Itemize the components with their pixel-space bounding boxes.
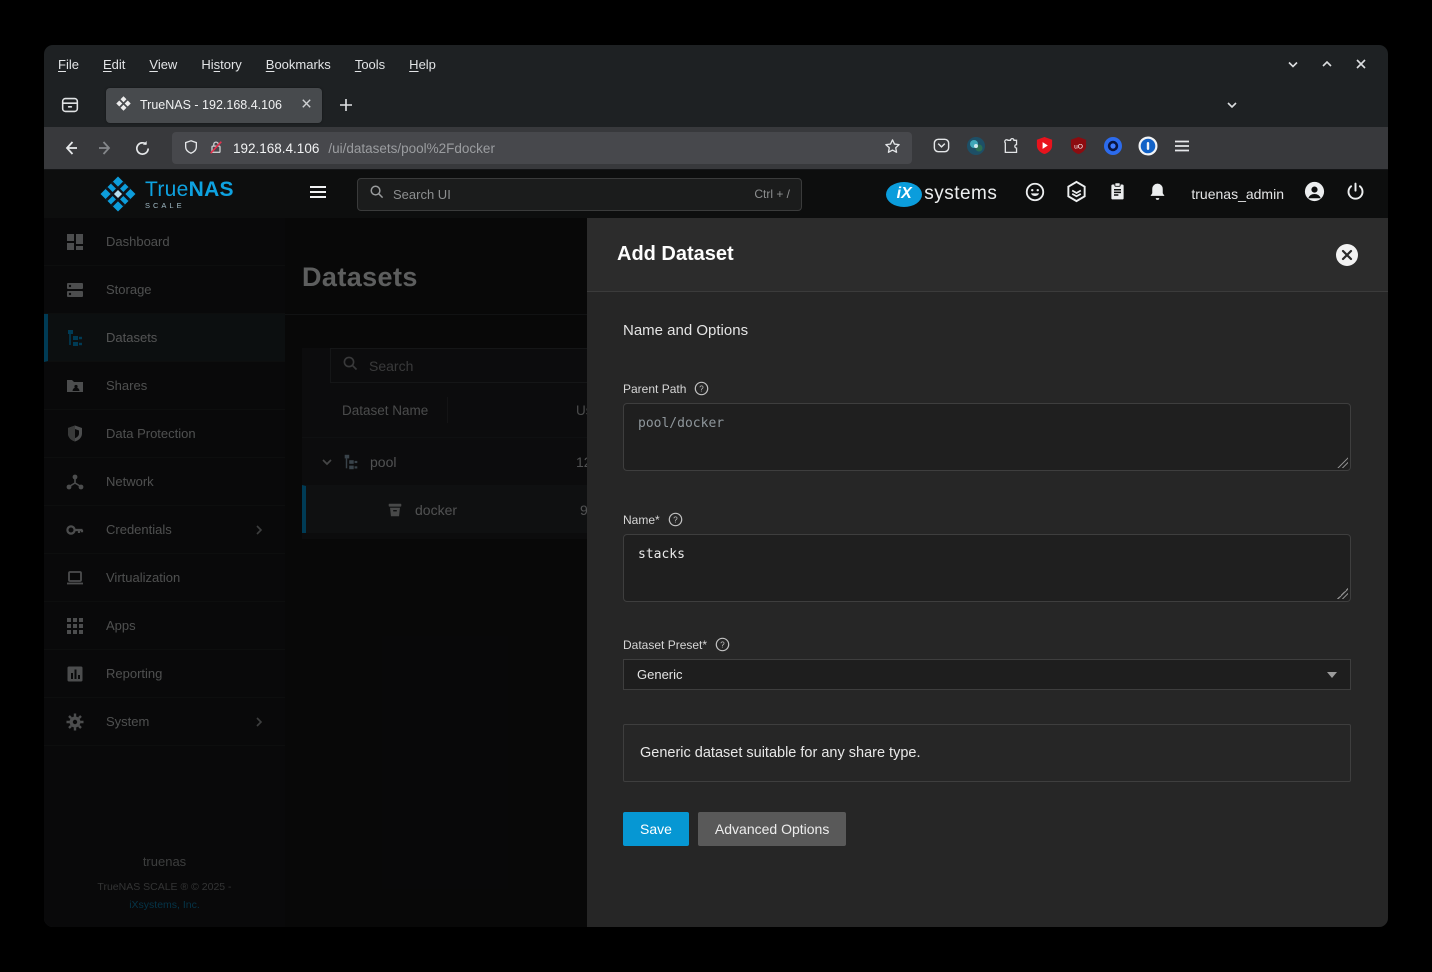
truenas-logo-mark xyxy=(98,175,138,213)
hamburger-icon[interactable] xyxy=(307,181,329,208)
save-button[interactable]: Save xyxy=(623,812,689,846)
help-circle-icon[interactable]: ? xyxy=(715,637,730,652)
blue-circle-extension-icon[interactable] xyxy=(1103,136,1123,161)
brand-name: TrueNAS xyxy=(145,179,234,200)
resize-grip[interactable] xyxy=(1337,457,1348,468)
close-icon[interactable] xyxy=(1336,244,1358,266)
app-menu-icon[interactable] xyxy=(1173,137,1191,160)
url-path: /ui/datasets/pool%2Fdocker xyxy=(328,141,875,156)
svg-text:?: ? xyxy=(673,515,678,524)
dataset-preset-select[interactable]: Generic xyxy=(623,659,1351,690)
video-shield-extension-icon[interactable] xyxy=(1035,136,1054,160)
username: truenas_admin xyxy=(1191,186,1284,202)
truecommand-icon[interactable] xyxy=(1065,180,1088,208)
preset-value: Generic xyxy=(637,667,683,682)
reload-icon[interactable] xyxy=(126,132,158,164)
forward-icon[interactable] xyxy=(90,132,122,164)
ui-search[interactable]: Ctrl + / xyxy=(357,178,802,211)
feedback-smiley-icon[interactable] xyxy=(1024,181,1046,208)
bookmark-star-icon[interactable] xyxy=(884,138,901,158)
puzzle-extensions-icon[interactable] xyxy=(1001,136,1020,160)
browser-tab-truenas[interactable]: TrueNAS - 192.168.4.106 xyxy=(106,88,322,123)
menu-edit[interactable]: Edit xyxy=(103,57,125,72)
menu-help[interactable]: Help xyxy=(409,57,436,72)
app-header: TrueNAS SCALE Ctrl + / iX systems xyxy=(44,170,1388,218)
add-dataset-panel: Add Dataset Name and Options Parent Path… xyxy=(587,218,1388,927)
help-circle-icon[interactable]: ? xyxy=(668,512,683,527)
search-shortcut: Ctrl + / xyxy=(754,187,790,201)
panel-header: Add Dataset xyxy=(587,218,1388,292)
dropdown-arrow-icon xyxy=(1327,672,1337,678)
parent-path-input[interactable]: pool/docker xyxy=(623,403,1351,471)
minimize-icon[interactable] xyxy=(1286,57,1300,71)
user-avatar-icon[interactable] xyxy=(1303,180,1326,208)
truenas-logo[interactable]: TrueNAS SCALE xyxy=(44,175,285,213)
list-tabs-chevron-icon[interactable] xyxy=(1216,89,1248,121)
brand-sub: SCALE xyxy=(145,202,234,210)
menu-history[interactable]: History xyxy=(201,57,241,72)
advanced-options-button[interactable]: Advanced Options xyxy=(698,812,846,846)
browser-navbar: 192.168.4.106/ui/datasets/pool%2Fdocker … xyxy=(44,127,1388,170)
menu-view[interactable]: View xyxy=(149,57,177,72)
svg-text:?: ? xyxy=(720,640,725,649)
name-label: Name* ? xyxy=(623,512,1351,527)
preset-info-box: Generic dataset suitable for any share t… xyxy=(623,724,1351,782)
name-input[interactable]: stacks xyxy=(623,534,1351,602)
ixsystems-logo[interactable]: iX systems xyxy=(886,182,997,207)
truenas-favicon xyxy=(115,95,132,115)
browser-window: File Edit View History Bookmarks Tools H… xyxy=(44,45,1388,927)
ui-search-input[interactable] xyxy=(393,187,745,202)
onepassword-icon[interactable] xyxy=(1138,136,1158,161)
resize-grip[interactable] xyxy=(1337,588,1348,599)
parent-path-label: Parent Path ? xyxy=(623,381,1351,396)
menu-bookmarks[interactable]: Bookmarks xyxy=(266,57,331,72)
power-icon[interactable] xyxy=(1345,181,1366,207)
shield-icon[interactable] xyxy=(183,139,199,158)
truenas-app: TrueNAS SCALE Ctrl + / iX systems xyxy=(44,170,1388,927)
panel-body: Name and Options Parent Path ? pool/dock… xyxy=(587,292,1388,927)
dataset-preset-label: Dataset Preset* ? xyxy=(623,637,1351,652)
search-icon xyxy=(369,184,384,204)
pocket-icon[interactable] xyxy=(932,136,951,160)
window-close-icon[interactable] xyxy=(1354,57,1368,71)
svg-text:uO: uO xyxy=(1074,143,1083,150)
url-bar[interactable]: 192.168.4.106/ui/datasets/pool%2Fdocker xyxy=(172,132,912,164)
tab-close-icon[interactable] xyxy=(300,97,313,113)
extension-avatar-icon[interactable] xyxy=(966,136,986,161)
jobs-clipboard-icon[interactable] xyxy=(1107,181,1128,207)
firefox-view-icon[interactable] xyxy=(54,89,86,121)
section-heading: Name and Options xyxy=(623,322,1351,339)
url-host: 192.168.4.106 xyxy=(233,141,319,156)
tab-title: TrueNAS - 192.168.4.106 xyxy=(140,98,292,112)
browser-tabbar: TrueNAS - 192.168.4.106 xyxy=(44,83,1388,127)
svg-text:?: ? xyxy=(700,384,705,393)
alerts-bell-icon[interactable] xyxy=(1147,181,1168,207)
panel-title: Add Dataset xyxy=(617,243,734,266)
back-icon[interactable] xyxy=(54,132,86,164)
ublock-origin-icon[interactable]: uO xyxy=(1069,136,1088,160)
insecure-lock-icon[interactable] xyxy=(208,139,224,158)
maximize-icon[interactable] xyxy=(1320,57,1334,71)
new-tab-icon[interactable] xyxy=(330,89,362,121)
menu-tools[interactable]: Tools xyxy=(355,57,385,72)
browser-menubar: File Edit View History Bookmarks Tools H… xyxy=(44,45,1388,83)
help-circle-icon[interactable]: ? xyxy=(694,381,709,396)
menu-file[interactable]: File xyxy=(58,57,79,72)
